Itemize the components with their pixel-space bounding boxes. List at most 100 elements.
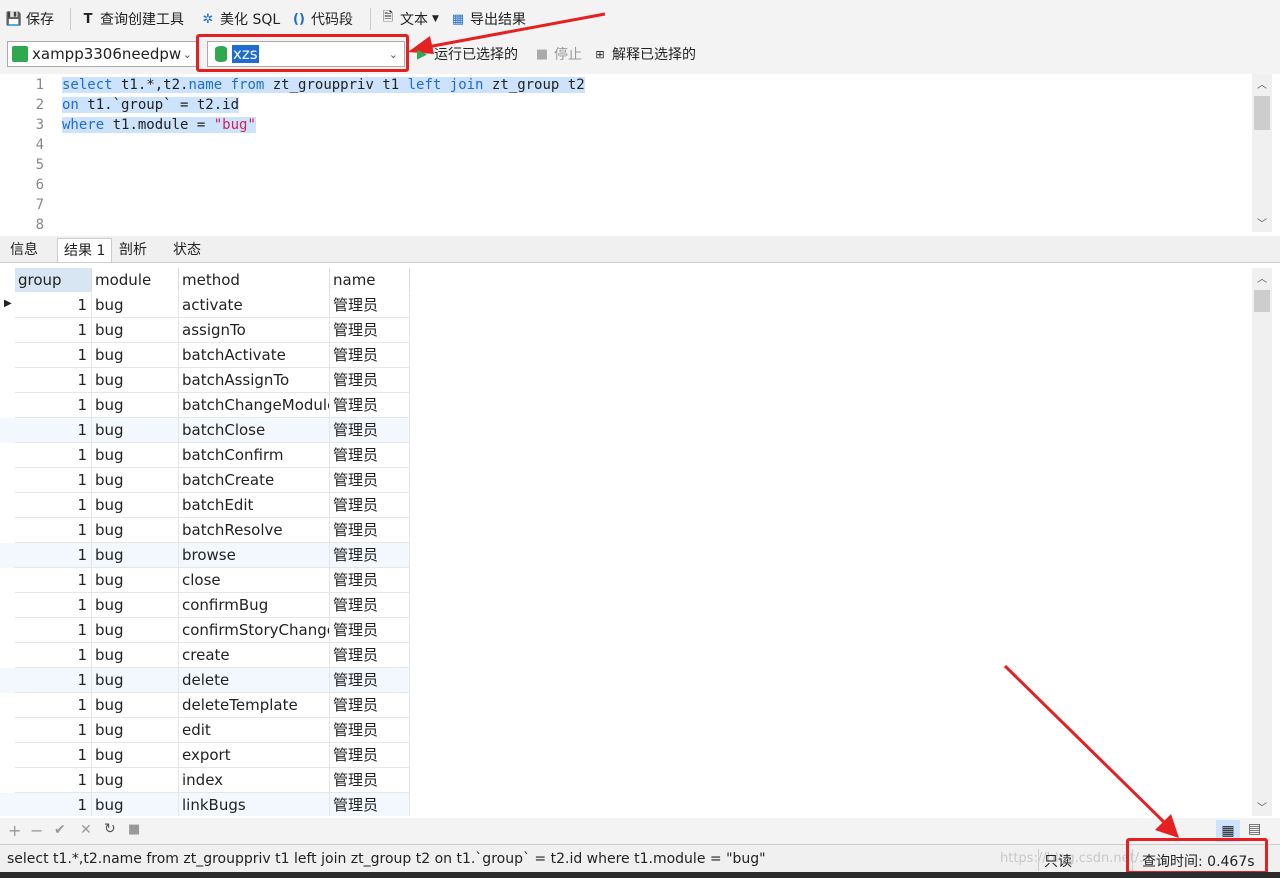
cell-method[interactable]: browse (179, 543, 330, 568)
tab-profile[interactable]: 剖析 (113, 238, 153, 262)
table-row[interactable]: 1 bug batchClose 管理员 (0, 418, 410, 443)
cell-name[interactable]: 管理员 (330, 518, 410, 543)
cell-method[interactable]: confirmStoryChange (179, 618, 330, 643)
cell-method[interactable]: batchCreate (179, 468, 330, 493)
connection-select[interactable]: xampp3306needpw ⌄ (7, 41, 199, 67)
table-row[interactable]: 1 bug batchResolve 管理员 (0, 518, 410, 543)
cell-module[interactable]: bug (92, 493, 179, 518)
table-row[interactable]: ▶ 1 bug activate 管理员 (0, 293, 410, 318)
editor-scroll-thumb[interactable] (1254, 96, 1270, 130)
discard-changes-icon[interactable]: ✕ (80, 822, 92, 838)
cell-method[interactable]: deleteTemplate (179, 693, 330, 718)
table-row[interactable]: 1 bug close 管理员 (0, 568, 410, 593)
cell-method[interactable]: index (179, 768, 330, 793)
tab-status[interactable]: 状态 (167, 238, 207, 262)
sql-editor[interactable]: 1 2 3 4 5 6 7 8 select t1.*,t2.name from zt_gro… (0, 74, 1252, 233)
table-row[interactable]: 1 bug delete 管理员 (0, 668, 410, 693)
cell-name[interactable]: 管理员 (330, 743, 410, 768)
cell-name[interactable]: 管理员 (330, 543, 410, 568)
cell-name[interactable]: 管理员 (330, 443, 410, 468)
cell-name[interactable]: 管理员 (330, 468, 410, 493)
scroll-up-icon[interactable]: ︿ (1257, 270, 1267, 285)
cell-method[interactable]: edit (179, 718, 330, 743)
cell-module[interactable]: bug (92, 418, 179, 443)
cell-method[interactable]: batchActivate (179, 343, 330, 368)
cell-module[interactable]: bug (92, 693, 179, 718)
query-builder-button[interactable]: T 查询创建工具 (80, 9, 184, 29)
cell-name[interactable]: 管理员 (330, 493, 410, 518)
table-row[interactable]: 1 bug export 管理员 (0, 743, 410, 768)
cell-module[interactable]: bug (92, 443, 179, 468)
explain-selected-button[interactable]: ⊞ 解释已选择的 (592, 44, 696, 64)
table-row[interactable]: 1 bug confirmBug 管理员 (0, 593, 410, 618)
table-row[interactable]: 1 bug create 管理员 (0, 643, 410, 668)
cell-name[interactable]: 管理员 (330, 393, 410, 418)
stop-button[interactable]: ■ 停止 (534, 44, 582, 64)
cell-name[interactable]: 管理员 (330, 643, 410, 668)
cell-module[interactable]: bug (92, 768, 179, 793)
scroll-up-icon[interactable]: ︿ (1257, 76, 1267, 91)
cell-module[interactable]: bug (92, 618, 179, 643)
cell-name[interactable]: 管理员 (330, 568, 410, 593)
cell-method[interactable]: batchChangeModule (179, 393, 330, 418)
cell-group[interactable]: 1 (15, 618, 92, 643)
tab-info[interactable]: 信息 (4, 238, 44, 262)
add-record-icon[interactable]: + (8, 821, 21, 840)
cell-group[interactable]: 1 (15, 643, 92, 668)
column-header-group[interactable]: group (15, 268, 92, 292)
column-header-module[interactable]: module (92, 268, 179, 292)
cell-group[interactable]: 1 (15, 518, 92, 543)
cell-module[interactable]: bug (92, 568, 179, 593)
cell-method[interactable]: export (179, 743, 330, 768)
cell-group[interactable]: 1 (15, 418, 92, 443)
grid-scroll-thumb[interactable] (1254, 290, 1270, 312)
cell-method[interactable]: batchResolve (179, 518, 330, 543)
cell-module[interactable]: bug (92, 393, 179, 418)
cell-method[interactable]: batchAssignTo (179, 368, 330, 393)
cell-name[interactable]: 管理员 (330, 343, 410, 368)
cell-group[interactable]: 1 (15, 743, 92, 768)
cell-module[interactable]: bug (92, 668, 179, 693)
cell-group[interactable]: 1 (15, 568, 92, 593)
scroll-down-icon[interactable]: ﹀ (1257, 215, 1267, 230)
table-row[interactable]: 1 bug assignTo 管理员 (0, 318, 410, 343)
cell-method[interactable]: assignTo (179, 318, 330, 343)
cell-name[interactable]: 管理员 (330, 418, 410, 443)
cell-module[interactable]: bug (92, 343, 179, 368)
table-row[interactable]: 1 bug batchChangeModule 管理员 (0, 393, 410, 418)
cell-module[interactable]: bug (92, 518, 179, 543)
tab-result-1[interactable]: 结果 1 (57, 238, 113, 262)
scroll-down-icon[interactable]: ﹀ (1257, 799, 1267, 814)
cell-module[interactable]: bug (92, 368, 179, 393)
cell-name[interactable]: 管理员 (330, 293, 410, 318)
table-row[interactable]: 1 bug browse 管理员 (0, 543, 410, 568)
cell-module[interactable]: bug (92, 543, 179, 568)
cell-group[interactable]: 1 (15, 693, 92, 718)
cell-group[interactable]: 1 (15, 493, 92, 518)
cell-group[interactable]: 1 (15, 393, 92, 418)
cell-method[interactable]: create (179, 643, 330, 668)
apply-changes-icon[interactable]: ✔ (54, 822, 66, 838)
cell-method[interactable]: batchConfirm (179, 443, 330, 468)
cell-method[interactable]: activate (179, 293, 330, 318)
cell-group[interactable]: 1 (15, 318, 92, 343)
cell-group[interactable]: 1 (15, 668, 92, 693)
cell-name[interactable]: 管理员 (330, 693, 410, 718)
cell-group[interactable]: 1 (15, 468, 92, 493)
cell-method[interactable]: batchClose (179, 418, 330, 443)
grid-scrollbar[interactable]: ︿ ﹀ (1252, 268, 1272, 816)
cell-name[interactable]: 管理员 (330, 593, 410, 618)
column-header-method[interactable]: method (179, 268, 330, 292)
cell-module[interactable]: bug (92, 468, 179, 493)
refresh-icon[interactable]: ↻ (104, 821, 116, 837)
cell-name[interactable]: 管理员 (330, 368, 410, 393)
cell-group[interactable]: 1 (15, 793, 92, 816)
column-header-name[interactable]: name (330, 268, 410, 292)
cell-name[interactable]: 管理员 (330, 793, 410, 816)
cell-module[interactable]: bug (92, 793, 179, 816)
cell-group[interactable]: 1 (15, 343, 92, 368)
cell-method[interactable]: confirmBug (179, 593, 330, 618)
table-row[interactable]: 1 bug batchCreate 管理员 (0, 468, 410, 493)
stop-icon[interactable]: ■ (128, 822, 140, 837)
cell-name[interactable]: 管理员 (330, 768, 410, 793)
